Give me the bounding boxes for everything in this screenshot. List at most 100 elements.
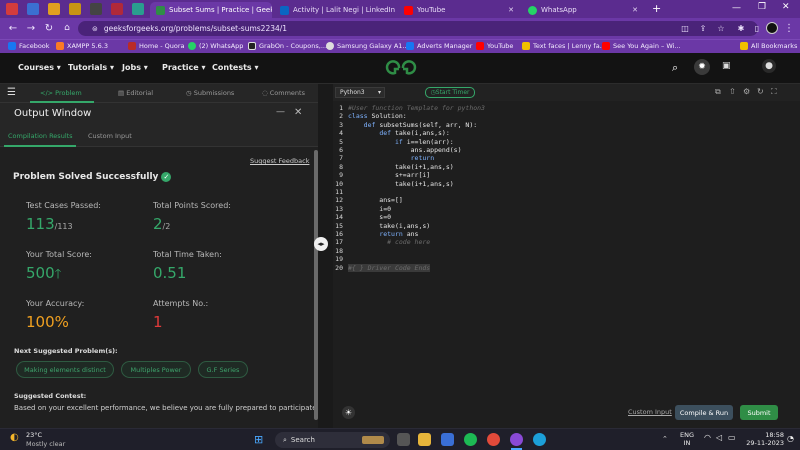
- bookmark-whatsapp[interactable]: (2) WhatsApp: [188, 42, 243, 50]
- close-icon[interactable]: ✕: [294, 107, 302, 118]
- tab-problem[interactable]: </> Problem: [40, 89, 82, 97]
- tray-chevron-icon[interactable]: ⌃: [662, 435, 668, 443]
- language-indicator[interactable]: ENG IN: [680, 431, 694, 447]
- bookmark-youtube[interactable]: YouTube: [476, 42, 513, 50]
- bookmark-quora[interactable]: Home - Quora: [128, 42, 185, 50]
- hamburger-icon[interactable]: ☰: [7, 87, 16, 98]
- custom-input-link[interactable]: Custom Input: [628, 408, 672, 416]
- browser-tab-strip: Subset Sums | Practice | Geeksf ✕ Activi…: [0, 0, 800, 18]
- pinned-tab-icon[interactable]: [111, 3, 123, 15]
- nav-jobs[interactable]: Jobs ▾: [122, 63, 148, 72]
- tab-subset-sums[interactable]: Subset Sums | Practice | Geeksf ✕: [150, 2, 272, 18]
- windows-start-icon[interactable]: ⊞: [254, 433, 263, 446]
- all-bookmarks[interactable]: All Bookmarks: [740, 42, 797, 50]
- line-number: 20: [335, 263, 343, 272]
- profile-avatar[interactable]: [766, 22, 778, 34]
- tab-submissions[interactable]: ◷ Submissions: [186, 89, 234, 97]
- pinned-tab-icon[interactable]: [69, 3, 81, 15]
- theme-toggle-icon[interactable]: ✹: [694, 59, 710, 75]
- suggested-problem-chip[interactable]: G.F Series: [198, 361, 248, 378]
- clock[interactable]: 18:58 29-11-2023: [744, 431, 784, 447]
- minimize-icon[interactable]: —: [276, 107, 285, 117]
- nav-practice[interactable]: Practice ▾: [162, 63, 206, 72]
- code-line: if i==len(arr):: [394, 137, 454, 146]
- window-close-button[interactable]: ✕: [782, 2, 790, 12]
- reload-icon[interactable]: ↻: [42, 21, 56, 35]
- submit-button[interactable]: Submit: [740, 405, 778, 420]
- facebook-icon: [8, 42, 16, 50]
- extensions-icon[interactable]: ✱: [734, 21, 748, 35]
- bookmark-xampp[interactable]: XAMPP 5.6.3: [56, 42, 108, 50]
- store-icon[interactable]: [441, 433, 454, 446]
- back-arrow-icon[interactable]: ←: [6, 21, 20, 35]
- tab-comments[interactable]: ◌ Comments: [262, 89, 305, 97]
- chrome-profile-icon[interactable]: [510, 433, 523, 446]
- weather-icon[interactable]: ◐: [10, 432, 19, 443]
- pinned-tab-icon[interactable]: [90, 3, 102, 15]
- share-icon[interactable]: ⇪: [696, 21, 710, 35]
- start-timer-button[interactable]: ◷ Start Timer: [425, 87, 475, 98]
- bookmark-seeyouagain[interactable]: See You Again – Wi...: [602, 42, 681, 50]
- user-avatar-icon[interactable]: ●: [762, 59, 776, 73]
- maximize-button[interactable]: ❐: [758, 2, 766, 12]
- tab-compilation-results[interactable]: Compilation Results: [8, 132, 73, 140]
- cast-icon[interactable]: ◫: [678, 21, 692, 35]
- nav-courses[interactable]: Courses ▾: [18, 63, 61, 72]
- tab-whatsapp[interactable]: WhatsApp ✕: [522, 2, 644, 18]
- pinned-tab-icon[interactable]: [132, 3, 144, 15]
- home-icon[interactable]: ⌂: [60, 21, 74, 35]
- taskbar-search[interactable]: ⌕ Search: [275, 432, 390, 448]
- suggested-problem-chip[interactable]: Making elements distinct: [16, 361, 114, 378]
- tab-linkedin[interactable]: Activity | Lalit Negi | LinkedIn ✕: [274, 2, 396, 18]
- fullscreen-icon[interactable]: ⛶: [771, 87, 777, 97]
- profile-card-icon[interactable]: ▣: [722, 61, 731, 71]
- tab-youtube[interactable]: YouTube ✕: [398, 2, 520, 18]
- reset-icon[interactable]: ↻: [757, 87, 764, 96]
- pinned-tab-icon[interactable]: [27, 3, 39, 15]
- address-bar[interactable]: ⊜ geeksforgeeks.org/problems/subset-sums…: [78, 21, 758, 36]
- new-tab-button[interactable]: +: [652, 2, 661, 15]
- tab-custom-input[interactable]: Custom Input: [88, 132, 132, 140]
- bookmark-facebook[interactable]: Facebook: [8, 42, 50, 50]
- bookmark-grabon[interactable]: GrabOn - Coupons,...: [248, 42, 327, 50]
- minimize-button[interactable]: —: [732, 3, 741, 13]
- bookmark-label: Samsung Galaxy A1...: [337, 42, 409, 50]
- nav-tutorials[interactable]: Tutorials ▾: [68, 63, 114, 72]
- pinned-tab-icon[interactable]: [48, 3, 60, 15]
- bookmark-textfaces[interactable]: Text faces | Lenny fa...: [522, 42, 606, 50]
- panel-divider[interactable]: ◂▸: [314, 84, 333, 428]
- suggest-feedback-link[interactable]: Suggest Feedback: [250, 157, 309, 165]
- close-icon[interactable]: ✕: [508, 6, 514, 14]
- forward-arrow-icon[interactable]: →: [24, 21, 38, 35]
- theme-sun-icon[interactable]: ☀: [342, 406, 355, 419]
- pinned-tab-icon[interactable]: [6, 3, 18, 15]
- tab-editorial[interactable]: ▤ Editorial: [118, 89, 153, 97]
- task-view-icon[interactable]: [397, 433, 410, 446]
- sidebar-icon[interactable]: ▯: [750, 21, 764, 35]
- notification-icon[interactable]: ◔: [787, 434, 794, 443]
- language-select[interactable]: Python3 ▾: [335, 87, 385, 98]
- bookmark-star-icon[interactable]: ☆: [714, 21, 728, 35]
- settings-icon[interactable]: ⚙: [743, 87, 750, 96]
- file-explorer-icon[interactable]: [418, 433, 431, 446]
- nav-contests[interactable]: Contests ▾: [212, 63, 258, 72]
- resize-handle-icon[interactable]: ◂▸: [314, 237, 328, 251]
- site-info-icon[interactable]: ⊜: [92, 25, 98, 33]
- wifi-icon[interactable]: ◠: [704, 433, 711, 442]
- upload-icon[interactable]: ⇧: [729, 87, 736, 96]
- volume-icon[interactable]: ◁: [716, 433, 722, 442]
- gfg-logo[interactable]: [384, 59, 418, 77]
- battery-icon[interactable]: ▭: [728, 433, 736, 442]
- menu-kebab-icon[interactable]: ⋮: [782, 21, 796, 35]
- bookmark-adverts[interactable]: Adverts Manager: [406, 42, 472, 50]
- compile-run-button[interactable]: Compile & Run: [675, 405, 733, 420]
- chrome-icon[interactable]: [487, 433, 500, 446]
- edge-icon[interactable]: [533, 433, 546, 446]
- copy-icon[interactable]: ⧉: [715, 87, 721, 97]
- xbox-icon[interactable]: [464, 433, 477, 446]
- close-icon[interactable]: ✕: [632, 6, 638, 14]
- code-area[interactable]: 1 #User function Template for python3 2 cla…: [333, 104, 800, 354]
- search-icon[interactable]: ⌕: [672, 61, 678, 75]
- bookmark-samsung[interactable]: Samsung Galaxy A1...: [326, 42, 409, 50]
- suggested-problem-chip[interactable]: Multiples Power: [121, 361, 191, 378]
